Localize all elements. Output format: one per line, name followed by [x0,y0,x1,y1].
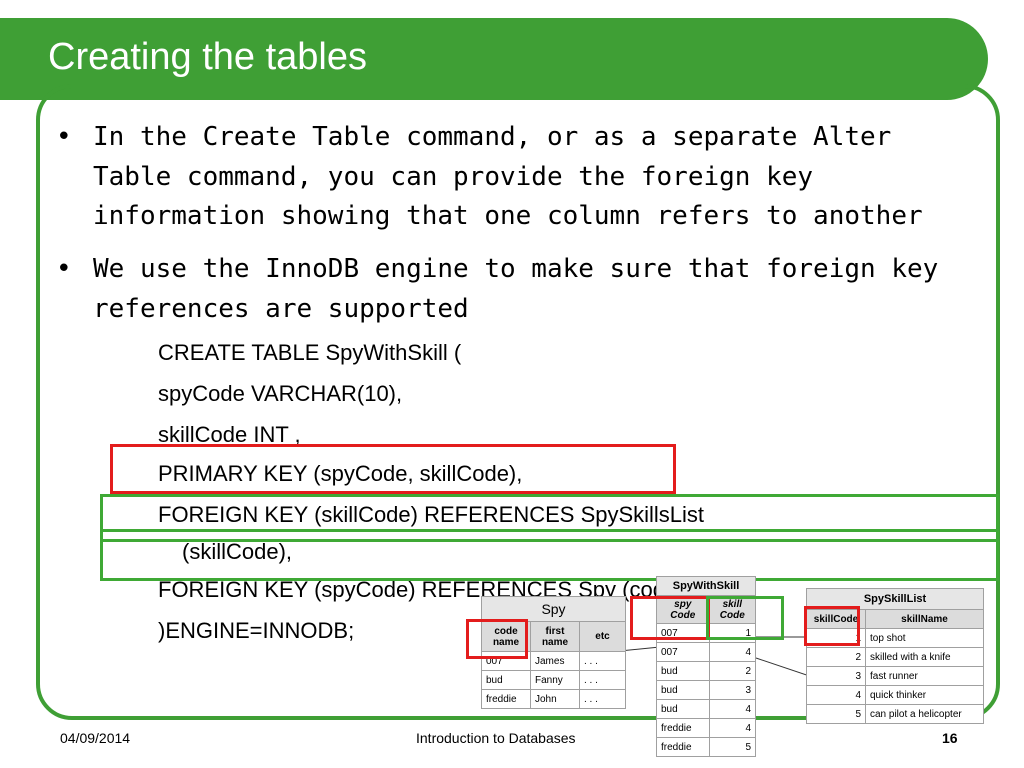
table-cell: freddie [656,718,710,738]
table-cell: bud [656,680,710,700]
table-row: bud 2 [656,661,757,681]
skillcode-list-highlight [804,606,860,646]
bullet-line: In the Create Table command, or as a sep… [93,122,892,152]
table-cell: 2 [806,647,866,667]
column-header: skillName [865,609,984,629]
code-line: CREATE TABLE SpyWithSkill ( [158,340,462,365]
code-line: )ENGINE=INNODB; [158,618,355,643]
codename-highlight [466,619,528,659]
table-cell: bud [481,670,531,690]
table-cell: 4 [806,685,866,705]
table-row: 4 quick thinker [806,685,984,705]
table-row: 007 4 [656,642,757,662]
foreign-key-highlight-2 [100,529,999,581]
table-cell: Fanny [530,670,580,690]
primary-key-highlight [110,444,676,494]
table-cell: 2 [708,661,757,681]
table-row: 3 fast runner [806,666,984,686]
table-cell: . . . [579,670,626,690]
footer-date: 04/09/2014 [60,730,131,746]
table-cell: top shot [865,628,984,648]
table-cell: James [530,651,580,671]
bullet-line: information showing that one column refe… [93,201,923,232]
slide-title: Creating the tables [48,36,367,78]
bullet-text: We use the InnoDB engine to make sure th… [93,250,938,329]
page-number: 16 [942,730,958,746]
table-cell: fast runner [865,666,984,686]
table-cell: 3 [806,666,866,686]
bullet-line: We use the InnoDB engine to make sure th… [93,254,939,284]
table-cell: quick thinker [865,685,984,705]
table-cell: 4 [708,718,757,738]
bullet-text: In the Create Table command, or as a sep… [93,118,923,237]
table-row: 2 skilled with a knife [806,647,984,667]
spycode-highlight [630,596,710,640]
table-cell: skilled with a knife [865,647,984,667]
table-cell: . . . [579,651,626,671]
table-cell: can pilot a helicopter [865,704,984,724]
column-header: etc [579,621,626,652]
table-cell: freddie [481,689,531,709]
table-row: 5 can pilot a helicopter [806,704,984,724]
table-row: freddie 4 [656,718,757,738]
table-caption: Spy [481,596,626,622]
table-cell: 4 [708,699,757,719]
bullet-symbol: • [56,122,72,152]
table-cell: 3 [708,680,757,700]
skillcode-highlight [706,596,784,640]
table-cell: bud [656,661,710,681]
table-caption: SpyWithSkill [656,576,756,596]
code-line: spyCode VARCHAR(10), [158,381,403,406]
table-cell: freddie [656,737,710,757]
table-cell: 5 [708,737,757,757]
table-cell: bud [656,699,710,719]
table-row: freddie John . . . [481,689,626,709]
table-cell: . . . [579,689,626,709]
bullet-symbol: • [56,254,72,284]
table-row: bud Fanny . . . [481,670,626,690]
table-cell: John [530,689,580,709]
bullet-line: references are supported [93,293,469,324]
table-row: bud 3 [656,680,757,700]
bullet-line: Table command, you can provide the forei… [93,161,814,192]
table-row: freddie 5 [656,737,757,757]
footer-course-title: Introduction to Databases [416,730,576,746]
table-cell: 4 [708,642,757,662]
table-row: bud 4 [656,699,757,719]
column-header: first name [530,621,580,652]
table-cell: 007 [656,642,710,662]
table-cell: 5 [806,704,866,724]
